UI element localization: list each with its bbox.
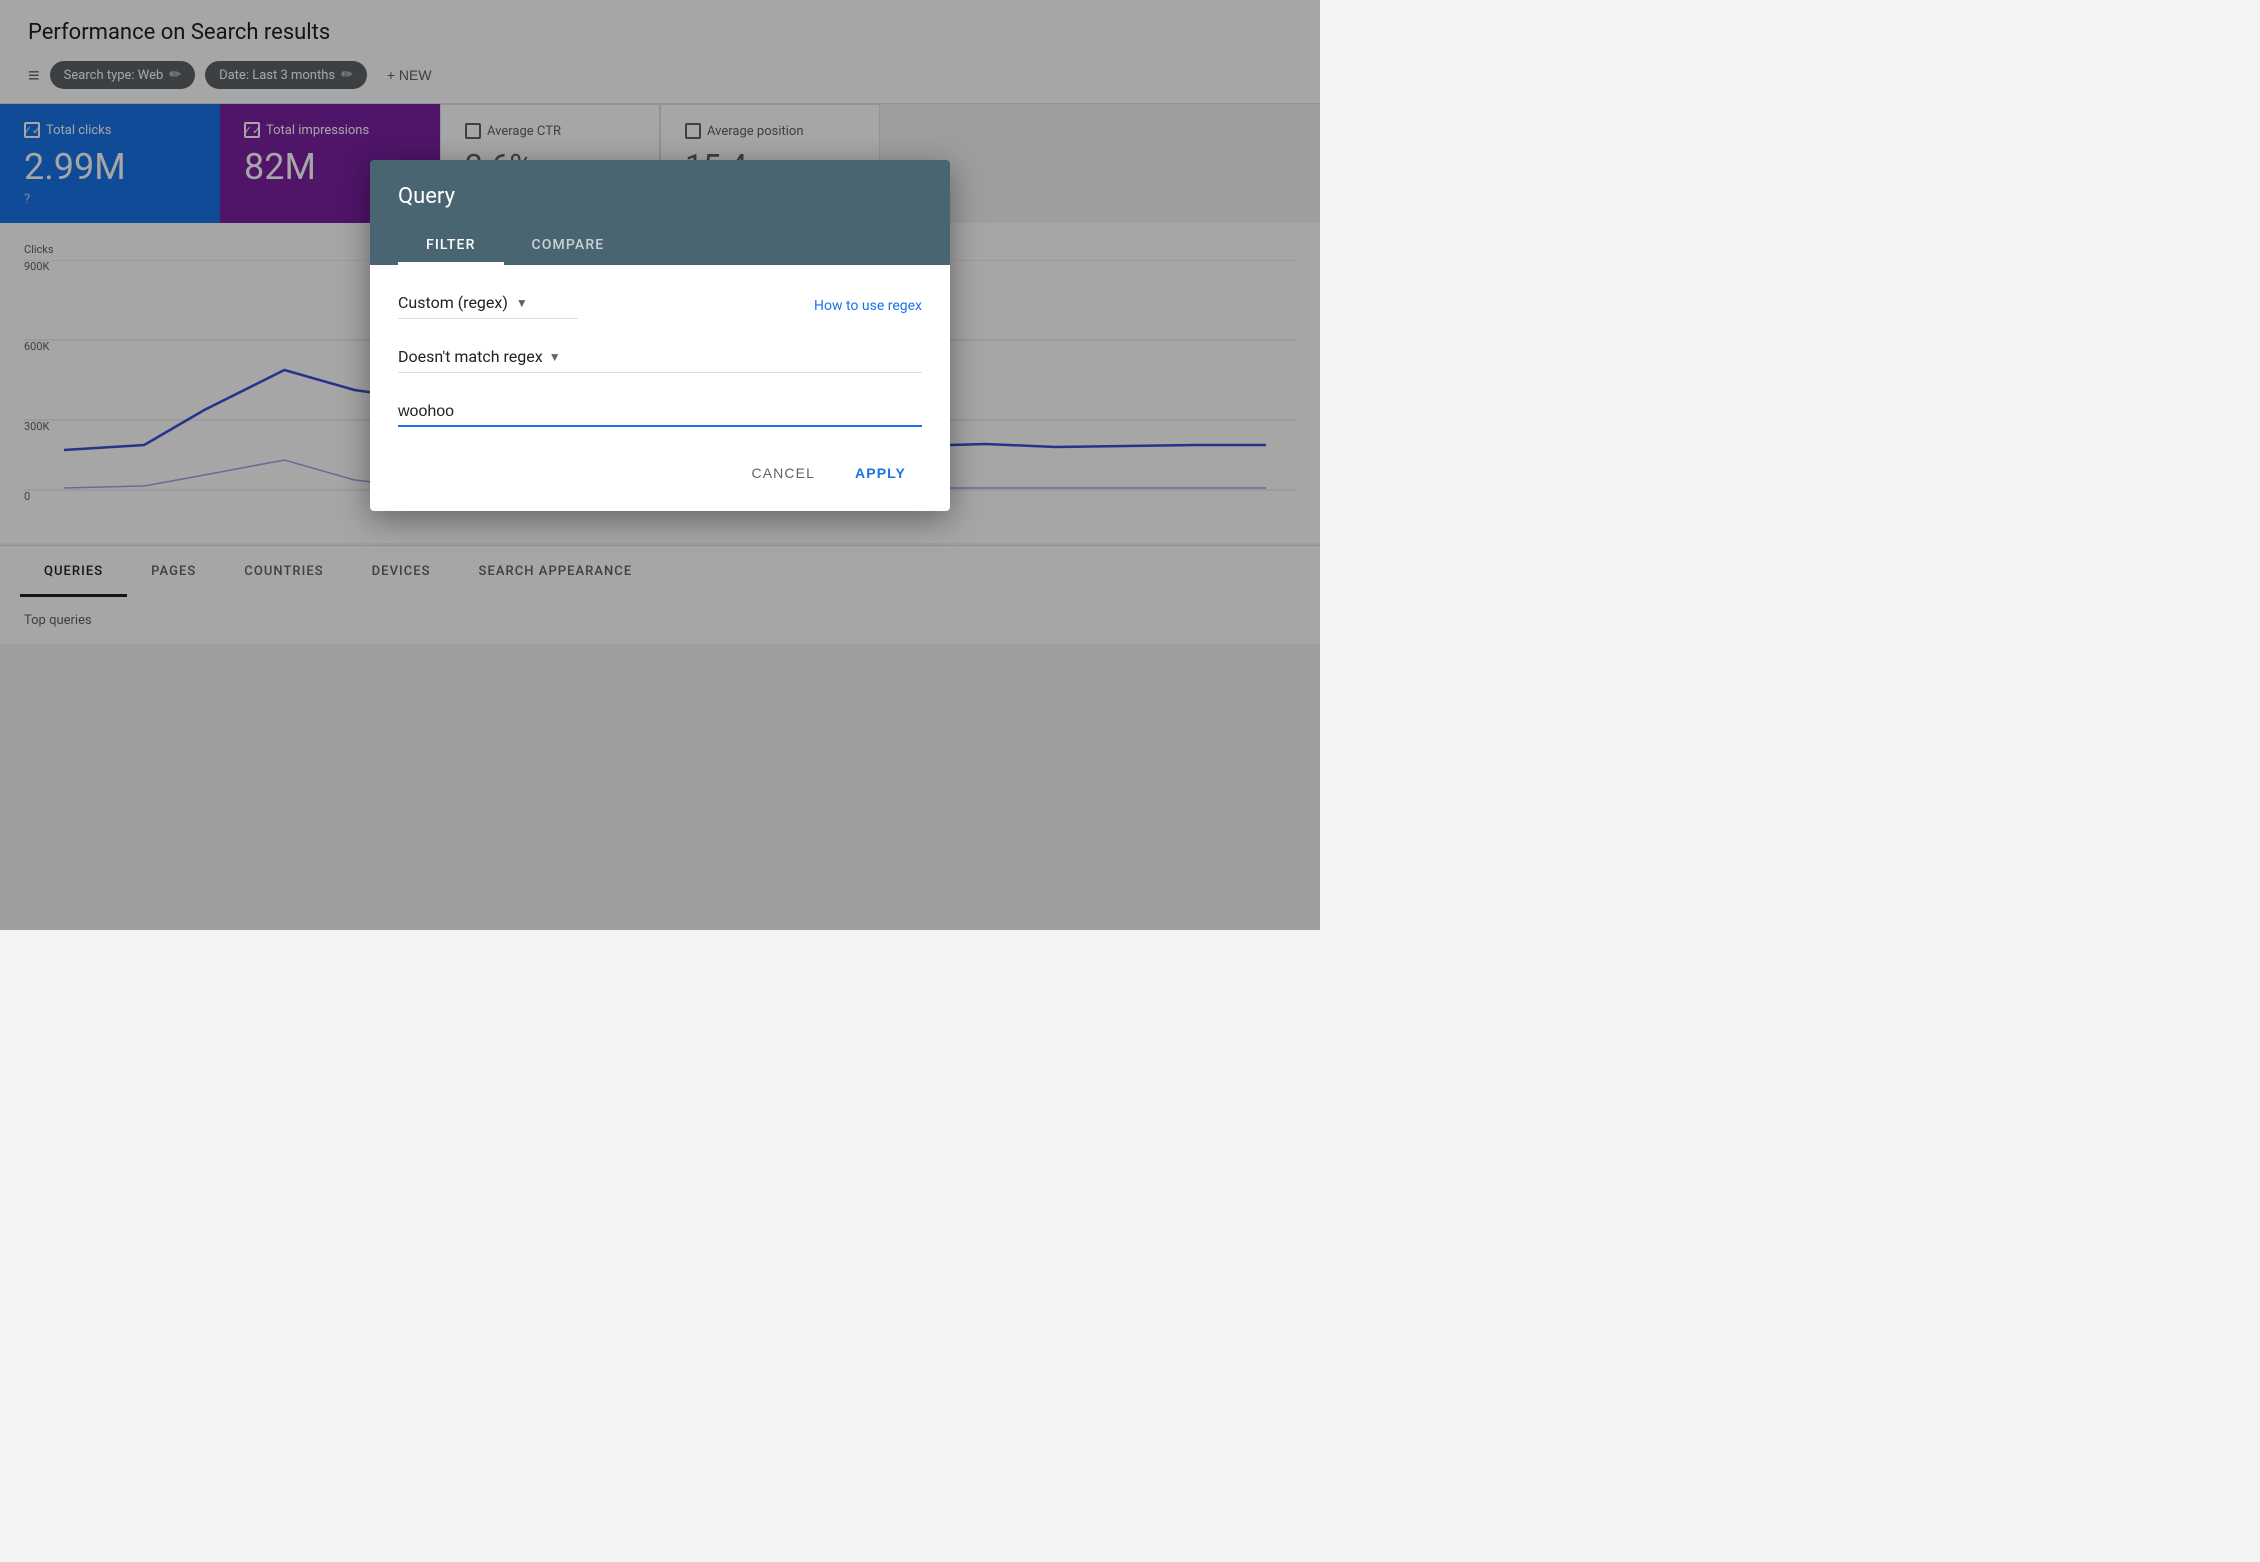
dialog-tab-filter[interactable]: FILTER bbox=[398, 225, 504, 265]
dialog-tabs: FILTER COMPARE bbox=[398, 225, 922, 265]
dialog-header: Query FILTER COMPARE bbox=[370, 160, 950, 265]
filter-condition-select[interactable]: Doesn't match regex ▼ bbox=[398, 347, 922, 373]
filter-value-input[interactable] bbox=[398, 403, 922, 421]
filter-type-chevron: ▼ bbox=[516, 296, 528, 310]
cancel-button[interactable]: CANCEL bbox=[735, 455, 831, 491]
filter-condition-chevron: ▼ bbox=[549, 350, 561, 364]
dialog-title: Query bbox=[398, 184, 922, 209]
how-to-use-regex-link[interactable]: How to use regex bbox=[814, 298, 922, 314]
query-dialog: Query FILTER COMPARE Custom (regex) ▼ Ho… bbox=[370, 160, 950, 511]
apply-button[interactable]: APPLY bbox=[839, 455, 922, 491]
dialog-tab-compare[interactable]: COMPARE bbox=[504, 225, 633, 265]
filter-input-row bbox=[398, 401, 922, 427]
dialog-actions: CANCEL APPLY bbox=[398, 447, 922, 491]
modal-overlay[interactable]: Query FILTER COMPARE Custom (regex) ▼ Ho… bbox=[0, 0, 1320, 930]
filter-type-select[interactable]: Custom (regex) ▼ bbox=[398, 293, 578, 319]
dialog-body: Custom (regex) ▼ How to use regex Doesn'… bbox=[370, 265, 950, 511]
filter-type-row: Custom (regex) ▼ How to use regex bbox=[398, 293, 922, 319]
